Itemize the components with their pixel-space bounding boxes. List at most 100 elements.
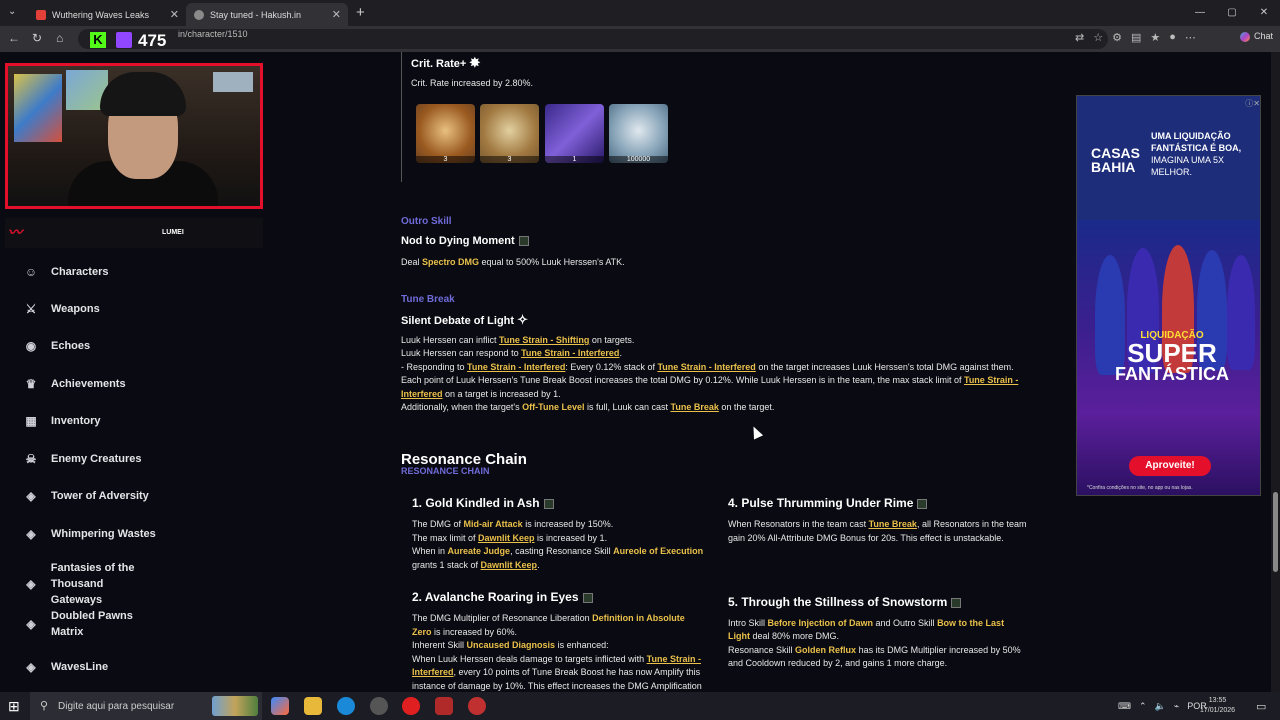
text: on targets. [589,335,635,345]
windows-start-icon[interactable]: ⊞ [8,698,20,715]
maximize-icon[interactable]: ▢ [1216,0,1248,26]
sidebar-item-fantasies[interactable]: ◈ Fantasies of the Thousand Gateways [24,560,154,608]
keyword-link[interactable]: Tune Strain - Interfered [521,348,619,358]
chain-line: The DMG of Mid-air Attack is increased b… [412,518,613,532]
browser-tab-bar: ⌄ Wuthering Waves Leaks ✕ Stay tuned - H… [0,0,1280,26]
copilot-app-icon[interactable] [271,697,289,715]
keyword-link[interactable]: Tune Break [869,519,917,529]
favorites-icon[interactable]: ★ [1150,31,1160,44]
edge-browser-icon[interactable] [337,697,355,715]
sword-icon: ⚔ [25,302,37,316]
sidebar-item-inventory[interactable]: ▦ Inventory [24,413,194,429]
notification-icon[interactable]: ▭ [1256,700,1266,713]
sidebar-item-tower-of-adversity[interactable]: ◈ Tower of Adversity [24,488,194,504]
outro-skill-desc: Deal Spectro DMG equal to 500% Luuk Hers… [401,256,625,270]
translate-icon[interactable]: ⇄ [1075,31,1084,44]
material-item[interactable]: 100000 [609,104,668,163]
fantasies-icon: ◈ [26,577,36,591]
keyword-link[interactable]: Tune Strain - Interfered [657,362,755,372]
inventory-icon: ▦ [25,414,37,428]
wall-poster [213,72,253,92]
sidebar-item-label: Inventory [51,415,101,427]
file-explorer-icon[interactable] [304,697,322,715]
chat-button[interactable]: Chat [1240,31,1273,42]
text: , all Resonators in the team [916,519,1027,529]
page-scrollbar[interactable] [1271,52,1280,692]
game-app-icon[interactable] [468,697,486,715]
scrollbar-thumb[interactable] [1273,492,1278,572]
split-screen-icon[interactable]: ▤ [1131,31,1141,44]
sidebar-item-wavesline[interactable]: ◈ WavesLine [24,659,194,675]
keyword-link[interactable]: Tune Break [671,402,719,412]
network-icon[interactable]: ⌁ [1174,701,1179,712]
sidebar-item-echoes[interactable]: ◉ Echoes [24,338,194,354]
sidebar-item-weapons[interactable]: ⚔ Weapons [24,301,194,317]
taskbar-search-box[interactable]: ⚲ Digite aqui para pesquisar [30,692,262,720]
kick-logo-icon: K [90,32,106,48]
taskbar-clock[interactable]: 13:55 17/01/2026 [1200,696,1235,716]
sidebar-item-doubled-pawns[interactable]: ◈ Doubled Pawns Matrix [24,608,154,640]
tune-line: Additionally, when the target's Off-Tune… [401,401,774,415]
sidebar-item-achievements[interactable]: ♛ Achievements [24,376,194,392]
ad-cta-button[interactable]: Aproveite! [1129,456,1211,476]
text: is increased by 150%. [522,519,614,529]
reload-icon[interactable]: ↻ [32,31,42,45]
outro-skill-title-text: Nod to Dying Moment [401,235,515,247]
ad-close-icon[interactable]: ⓘ✕ [1245,98,1260,109]
keyword-link[interactable]: Tune Strain - [647,654,701,664]
sidebar-item-whimpering-wastes[interactable]: ◈ Whimpering Wastes [24,526,194,542]
back-arrow-icon[interactable]: ← [8,31,20,45]
text: equal to 500% Luuk Herssen's ATK. [479,257,625,267]
close-tab-icon[interactable]: ✕ [332,8,341,21]
media-player-icon[interactable] [402,697,420,715]
keyword: Spectro DMG [422,257,480,267]
enemy-icon: ☠ [25,452,37,466]
streamer-hair [100,72,186,116]
minimize-icon[interactable]: — [1184,0,1216,26]
keyword-link[interactable]: Interfered [412,667,454,677]
ad-top-panel: CASAS BAHIA UMA LIQUIDAÇÃO FANTÁSTICA É B… [1077,96,1260,220]
lumei-brand: LUMEI [162,229,184,236]
material-item[interactable]: 1 [545,104,604,163]
extensions-icon[interactable]: ⚙ [1112,31,1122,44]
sidebar-item-label: Achievements [51,378,126,390]
more-menu-icon[interactable]: ⋯ [1185,31,1196,44]
keyword-link[interactable]: Tune Strain - [964,375,1018,385]
sidebar-item-label: Enemy Creatures [51,453,142,465]
keyword-link[interactable]: Tune Strain - Interfered [467,362,565,372]
material-count: 3 [480,156,539,163]
advertisement-banner[interactable]: CASAS BAHIA UMA LIQUIDAÇÃO FANTÁSTICA É B… [1076,95,1261,496]
chain-2-title: 2. Avalanche Roaring in Eyes [412,590,593,605]
new-tab-plus-icon[interactable]: + [356,4,365,21]
copilot-icon [1240,31,1250,42]
close-window-icon[interactable]: ✕ [1248,0,1280,26]
sidebar-item-characters[interactable]: ☺ Characters [24,264,194,280]
tab-wuthering-waves-leaks[interactable]: Wuthering Waves Leaks ✕ [28,3,186,26]
keyword-link[interactable]: Tune Strain - Shifting [499,335,589,345]
url-text[interactable]: in/character/1510 [178,29,248,39]
app-icon[interactable] [370,697,388,715]
profile-avatar-icon[interactable]: ● [1169,31,1176,44]
sidebar-item-label: Doubled Pawns Matrix [51,610,133,638]
tray-chevron-icon[interactable]: ⌃ [1139,701,1147,712]
text: . [619,348,622,358]
keyword-link[interactable]: Dawnlit Keep [481,560,538,570]
tab-hakush[interactable]: Stay tuned - Hakush.in ✕ [186,3,348,26]
keyword-link[interactable]: Dawnlit Keep [478,533,535,543]
chain-line: and Cooldown reduced by 2, and gains 1 m… [728,658,948,668]
favorite-star-icon[interactable]: ☆ [1093,31,1103,44]
browser-toolbar-icons: ⇄ ☆ ⚙ ▤ ★ ● ⋯ [1075,31,1196,44]
keyword-link[interactable]: Interfered [401,389,443,399]
material-item[interactable]: 3 [480,104,539,163]
volume-icon[interactable]: 🔈 [1155,701,1166,712]
material-item[interactable]: 3 [416,104,475,163]
close-tab-icon[interactable]: ✕ [170,8,179,21]
tab-list-chevron-icon[interactable]: ⌄ [8,6,16,17]
address-bar: ← ↻ ⌂ in/character/1510 K 475 ⇄ ☆ ⚙ ▤ ★ … [0,26,1280,52]
chain-1-title: 1. Gold Kindled in Ash [412,496,554,511]
recorder-app-icon[interactable] [435,697,453,715]
home-icon[interactable]: ⌂ [56,31,63,45]
crit-rate-label: Crit. Rate+ [411,58,467,70]
keyboard-icon[interactable]: ⌨ [1118,701,1131,712]
sidebar-item-enemy-creatures[interactable]: ☠ Enemy Creatures [24,451,194,467]
